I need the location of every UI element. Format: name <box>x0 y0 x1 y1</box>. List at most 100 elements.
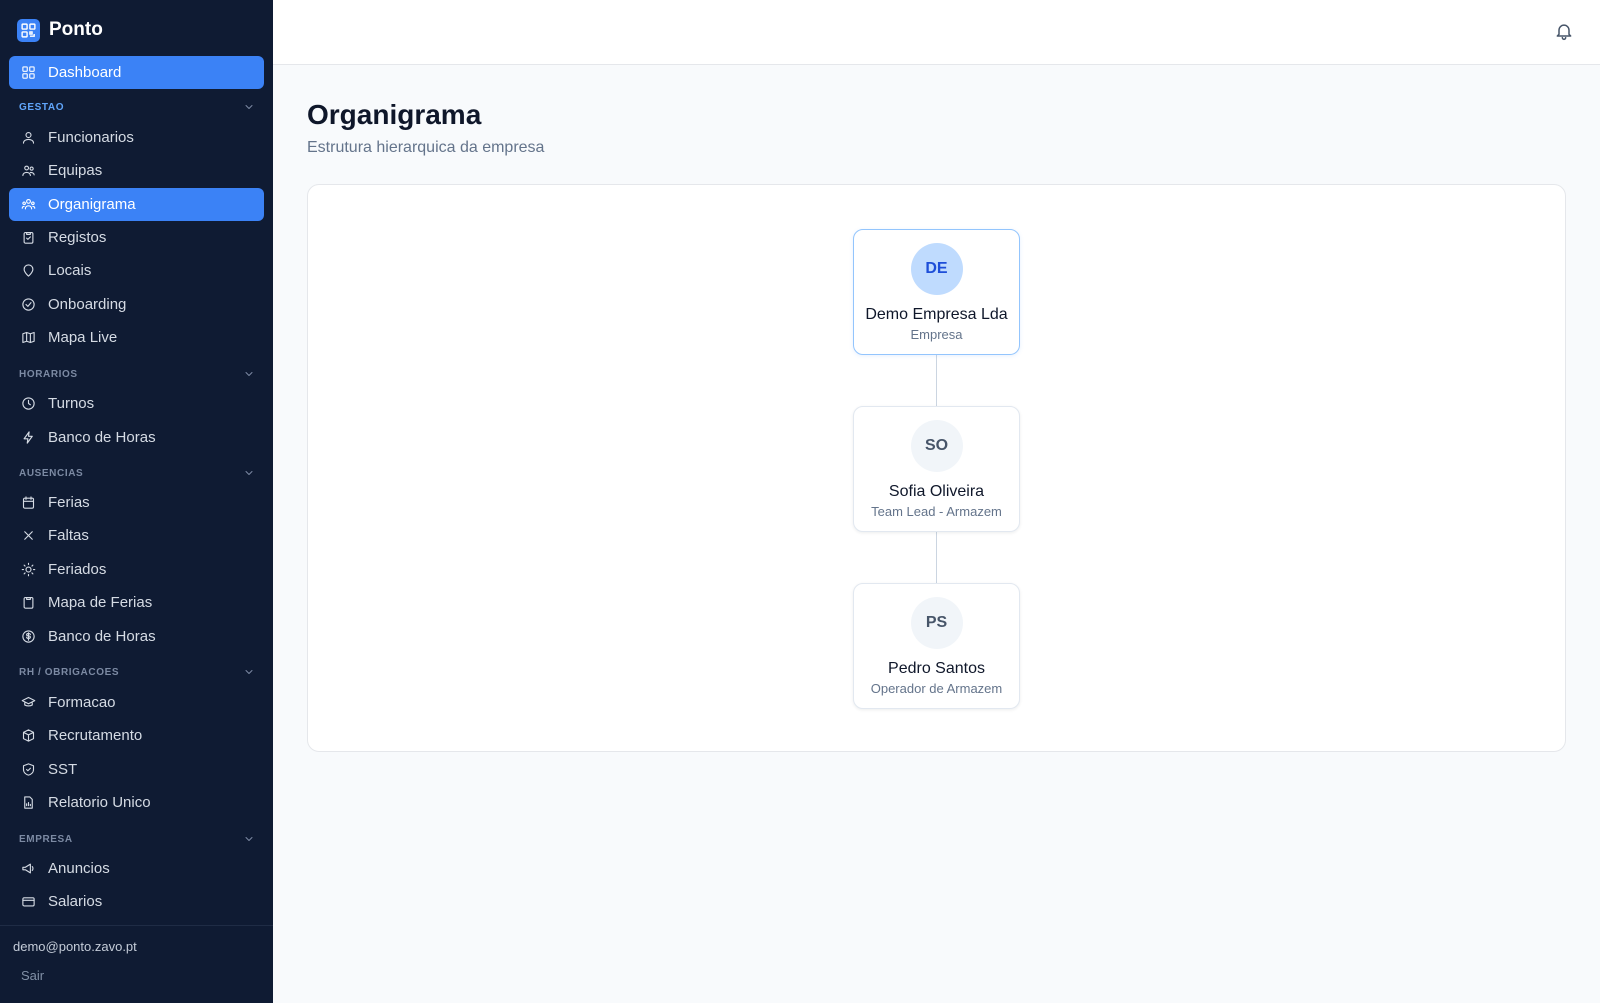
sidebar-item-label: Funcionarios <box>48 129 134 146</box>
sidebar-item-label: Banco de Horas <box>48 429 156 446</box>
sidebar-item-onboarding[interactable]: Onboarding <box>9 288 264 321</box>
org-connector <box>936 354 937 407</box>
sidebar-item-label: Mapa Live <box>48 329 118 346</box>
megaphone-icon <box>20 861 36 877</box>
clock-icon <box>20 396 36 412</box>
bolt-icon <box>20 430 36 446</box>
x-icon <box>20 528 36 544</box>
sidebar-item-dashboard[interactable]: Dashboard <box>9 56 264 89</box>
section-label: RH / OBRIGACOES <box>19 666 120 678</box>
org-node-role: Team Lead - Armazem <box>871 504 1002 519</box>
sidebar-item-funcionarios[interactable]: Funcionarios <box>9 121 264 154</box>
section-label: HORARIOS <box>19 368 78 380</box>
section-gestao[interactable]: GESTAO <box>19 99 255 115</box>
org-node-employee[interactable]: PS Pedro Santos Operador de Armazem <box>853 583 1020 709</box>
clipboard-icon <box>20 595 36 611</box>
sidebar-item-label: Faltas <box>48 527 89 544</box>
sidebar-item-label: Salarios <box>48 893 103 910</box>
team-icon <box>20 163 36 179</box>
sidebar-item-faltas[interactable]: Faltas <box>9 519 264 552</box>
sidebar-item-label: Banco de Horas <box>48 628 156 645</box>
section-label: GESTAO <box>19 101 65 113</box>
sidebar-item-label: SST <box>48 761 78 778</box>
sidebar-item-banco-de-horas-ausencias[interactable]: Banco de Horas <box>9 620 264 653</box>
sidebar-item-feriados[interactable]: Feriados <box>9 553 264 586</box>
sidebar-item-ferias[interactable]: Ferias <box>9 486 264 519</box>
section-ausencias[interactable]: AUSENCIAS <box>19 465 255 481</box>
map-icon <box>20 330 36 346</box>
sidebar-item-label: Organigrama <box>48 196 136 213</box>
sun-icon <box>20 562 36 578</box>
sidebar-item-label: Onboarding <box>48 296 127 313</box>
chevron-down-icon <box>245 105 253 109</box>
sidebar-item-label: Anuncios <box>48 860 110 877</box>
sidebar-item-organigrama[interactable]: Organigrama <box>9 188 264 221</box>
brand[interactable]: Ponto <box>17 17 103 43</box>
avatar: DE <box>910 243 963 295</box>
org-connector <box>936 532 937 585</box>
sidebar-item-label: Dashboard <box>48 64 122 81</box>
sidebar-item-label: Relatorio Unico <box>48 794 151 811</box>
avatar: SO <box>910 420 963 472</box>
sidebar-item-label: Ferias <box>48 494 90 511</box>
sidebar-item-locais[interactable]: Locais <box>9 254 264 287</box>
org-node-company[interactable]: DE Demo Empresa Lda Empresa <box>853 229 1020 355</box>
section-label: EMPRESA <box>19 833 73 845</box>
org-node-name: Demo Empresa Lda <box>865 306 1008 323</box>
section-empresa[interactable]: EMPRESA <box>19 831 255 847</box>
sidebar-item-label: Registos <box>48 229 107 246</box>
sidebar-item-label: Mapa de Ferias <box>48 594 153 611</box>
sidebar-item-label: Turnos <box>48 395 95 412</box>
sidebar-item-registos[interactable]: Registos <box>9 221 264 254</box>
sidebar-item-label: Recrutamento <box>48 727 143 744</box>
section-horarios[interactable]: HORARIOS <box>19 366 255 382</box>
calendar-icon <box>20 495 36 511</box>
chevron-down-icon <box>245 837 253 841</box>
check-circle-icon <box>20 297 36 313</box>
users-icon <box>20 130 36 146</box>
document-icon <box>20 795 36 811</box>
sidebar-item-formacao[interactable]: Formacao <box>9 686 264 719</box>
section-rh-obrigacoes[interactable]: RH / OBRIGACOES <box>19 664 255 680</box>
org-node-name: Pedro Santos <box>888 660 985 677</box>
org-node-role: Operador de Armazem <box>870 681 1003 696</box>
sidebar-item-banco-de-horas[interactable]: Banco de Horas <box>9 421 264 454</box>
sidebar-item-equipas[interactable]: Equipas <box>9 154 264 187</box>
org-icon <box>20 197 36 213</box>
sidebar-item-salarios[interactable]: Salarios <box>9 885 264 918</box>
app-name: Ponto <box>49 19 103 40</box>
sidebar-item-mapa-live[interactable]: Mapa Live <box>9 321 264 354</box>
org-node-employee[interactable]: SO Sofia Oliveira Team Lead - Armazem <box>853 406 1020 532</box>
sidebar-item-relatorio-unico[interactable]: Relatorio Unico <box>9 786 264 819</box>
sidebar-item-recrutamento[interactable]: Recrutamento <box>9 719 264 752</box>
avatar: PS <box>910 597 963 649</box>
chevron-down-icon <box>245 372 253 376</box>
sidebar-item-label: Locais <box>48 262 92 279</box>
sidebar-item-label: Formacao <box>48 694 116 711</box>
section-label: AUSENCIAS <box>19 467 84 479</box>
org-node-name: Sofia Oliveira <box>888 483 985 500</box>
sidebar-item-turnos[interactable]: Turnos <box>9 387 264 420</box>
card-icon <box>20 894 36 910</box>
chevron-down-icon <box>245 471 253 475</box>
qr-code-icon <box>17 18 40 42</box>
sidebar-item-mapa-de-ferias[interactable]: Mapa de Ferias <box>9 586 264 619</box>
chevron-down-icon <box>245 670 253 674</box>
shield-icon <box>20 762 36 778</box>
sidebar-item-label: Feriados <box>48 561 107 578</box>
page-subtitle: Estrutura hierarquica da empresa <box>307 139 545 156</box>
location-icon <box>20 263 36 279</box>
bell-icon[interactable] <box>1554 21 1576 43</box>
clipboard-icon <box>20 230 36 246</box>
user-email: demo@ponto.zavo.pt <box>13 939 137 954</box>
org-node-role: Empresa <box>910 327 963 342</box>
dollar-icon <box>20 629 36 645</box>
sidebar-item-sst[interactable]: SST <box>9 753 264 786</box>
logout-button[interactable]: Sair <box>21 968 44 983</box>
sidebar: Ponto Dashboard GESTAO Funcionarios Equi… <box>0 0 273 1003</box>
sidebar-divider <box>0 925 273 926</box>
grid-icon <box>20 65 36 81</box>
sidebar-item-anuncios[interactable]: Anuncios <box>9 852 264 885</box>
top-bar <box>273 0 1600 65</box>
page-title: Organigrama <box>307 99 482 130</box>
